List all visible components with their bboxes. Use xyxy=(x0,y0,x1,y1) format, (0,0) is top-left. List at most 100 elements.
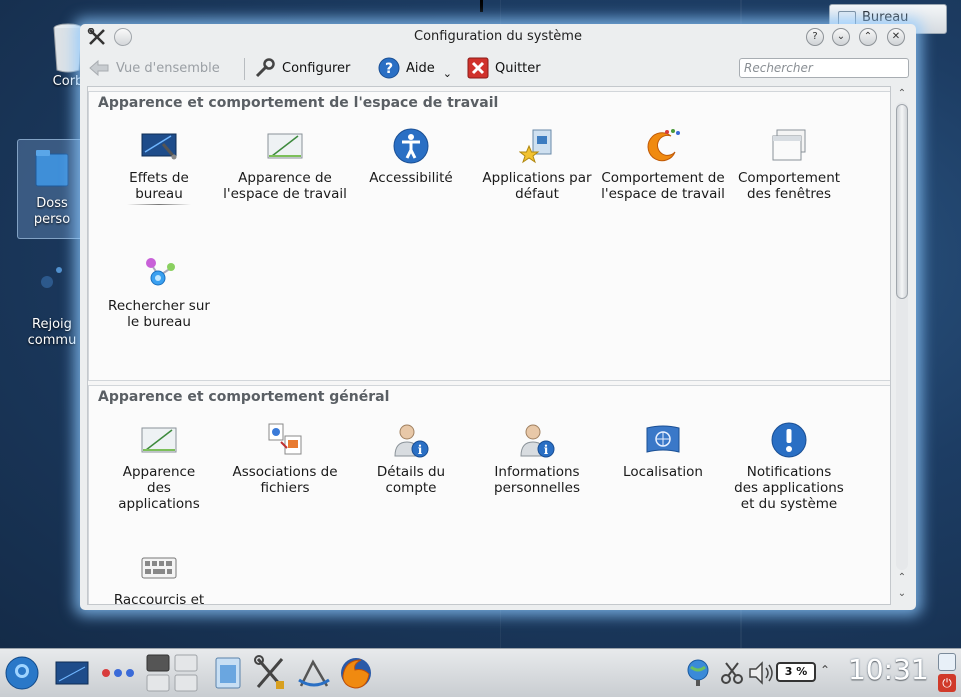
item-notifications[interactable]: Notifications des applications et du sys… xyxy=(726,422,852,512)
item-label: Effets de bureau xyxy=(129,170,189,202)
help-label: Aide xyxy=(406,60,435,76)
section-general: Apparence et comportement général Appare… xyxy=(88,385,890,604)
maximize-button[interactable]: ⌃ xyxy=(859,28,877,46)
network-tool-icon xyxy=(298,659,330,687)
item-shortcuts[interactable]: Raccourcis et xyxy=(96,550,222,604)
item-label: Notifications des applications et du sys… xyxy=(734,464,844,512)
item-label: Applications par défaut xyxy=(482,170,592,202)
account-details-icon: i xyxy=(393,422,429,458)
svg-text:?: ? xyxy=(385,61,393,77)
item-label: Localisation xyxy=(623,464,703,480)
locale-flag-icon xyxy=(645,422,681,458)
app-launcher-button[interactable] xyxy=(4,655,40,691)
lock-screen-icon[interactable] xyxy=(938,653,956,671)
pager[interactable] xyxy=(146,654,198,692)
virtual-desktops-icon xyxy=(146,654,198,692)
launcher-icon xyxy=(5,656,39,690)
shortcuts-keyboard-icon xyxy=(141,550,177,586)
desktop-search-icon xyxy=(141,256,177,292)
desktop-preview-icon xyxy=(55,661,89,685)
scissors-icon xyxy=(721,662,743,684)
battery-indicator[interactable]: 3 % xyxy=(776,662,816,682)
overview-button[interactable]: Vue d'ensemble xyxy=(88,56,220,80)
clock[interactable]: 10:31 xyxy=(848,653,929,686)
taskbar: 3 % ⌃ 10:31 ⏻ xyxy=(0,648,961,697)
item-label: Accessibilité xyxy=(369,170,453,186)
item-label: Apparence de l'espace de travail xyxy=(223,170,347,202)
quit-button[interactable]: Quitter xyxy=(467,56,541,80)
close-button[interactable]: ✕ xyxy=(887,28,905,46)
scroll-down-arrow[interactable]: ⌄ xyxy=(895,588,909,600)
item-workspace-appearance[interactable]: Apparence de l'espace de travail xyxy=(222,128,348,202)
power-icon[interactable]: ⏻ xyxy=(938,674,956,692)
toolbar-separator xyxy=(244,58,245,80)
window-behavior-icon xyxy=(771,128,807,164)
chevron-down-icon: ⌄ xyxy=(442,66,452,80)
item-personal-info[interactable]: i Informations personnelles xyxy=(474,422,600,496)
scroll-up-arrow-bottom[interactable]: ⌃ xyxy=(895,572,909,584)
scrollbar-thumb[interactable] xyxy=(896,104,908,299)
accessibility-icon xyxy=(393,128,429,164)
item-file-associations[interactable]: Associations de fichiers xyxy=(222,422,348,496)
item-label: Associations de fichiers xyxy=(232,464,338,496)
tray-expand-chevron-icon[interactable]: ⌃ xyxy=(820,663,830,677)
taskbar-dolphin[interactable] xyxy=(210,655,246,691)
file-associations-icon xyxy=(267,422,303,458)
speaker-icon xyxy=(749,661,773,685)
titlebar[interactable]: Configuration du système ? ⌄ ⌃ ✕ xyxy=(80,24,916,50)
taskbar-network-tool[interactable] xyxy=(296,655,332,691)
search-input[interactable] xyxy=(739,58,909,78)
taskbar-firefox[interactable] xyxy=(338,655,374,691)
home-folder-icon xyxy=(35,150,69,187)
tray-volume[interactable] xyxy=(744,655,780,691)
item-label: Détails du compte xyxy=(376,464,446,496)
settings-content: Apparence et comportement de l'espace de… xyxy=(87,86,891,605)
back-arrow-icon xyxy=(88,57,110,79)
help-icon: ? xyxy=(378,57,400,79)
window-title: Configuration du système xyxy=(414,29,582,44)
help-window-button[interactable]: ? xyxy=(806,28,824,46)
item-desktop-search[interactable]: Rechercher sur le bureau xyxy=(96,256,222,330)
item-account-details[interactable]: i Détails du compte xyxy=(348,422,474,496)
item-window-behavior[interactable]: Comportement des fenêtres xyxy=(726,128,852,202)
item-accessibility[interactable]: Accessibilité xyxy=(348,128,474,186)
settings-tools-icon xyxy=(254,655,284,689)
vertical-scrollbar[interactable]: ⌃ ⌃ ⌄ xyxy=(892,86,912,605)
quit-icon xyxy=(467,57,489,79)
item-label: Comportement des fenêtres xyxy=(737,170,841,202)
item-label: Rechercher sur le bureau xyxy=(108,298,210,330)
item-app-appearance[interactable]: Apparence des applications xyxy=(96,422,222,512)
section-title: Apparence et comportement général xyxy=(98,389,390,405)
item-workspace-behavior[interactable]: Comportement de l'espace de travail xyxy=(600,128,726,202)
toolbar: Vue d'ensemble Configurer ? Aide ⌄ Quitt… xyxy=(80,52,916,84)
activities-dots-icon xyxy=(102,669,134,677)
minimize-button[interactable]: ⌄ xyxy=(832,28,850,46)
quit-label: Quitter xyxy=(495,60,541,76)
system-settings-window: Configuration du système ? ⌄ ⌃ ✕ Vue d'e… xyxy=(80,24,916,610)
show-desktop-button[interactable] xyxy=(54,655,90,691)
item-localisation[interactable]: Localisation xyxy=(600,422,726,480)
configure-button[interactable]: Configurer xyxy=(254,56,350,80)
svg-text:i: i xyxy=(544,443,549,457)
item-label: Comportement de l'espace de travail xyxy=(601,170,725,202)
desktop-effects-icon xyxy=(141,128,177,164)
item-default-apps[interactable]: Applications par défaut xyxy=(474,128,600,202)
item-desktop-effects[interactable]: Effets de bureau xyxy=(96,128,222,205)
wrench-icon xyxy=(254,57,276,79)
scroll-up-arrow[interactable]: ⌃ xyxy=(895,88,909,100)
selection-underline xyxy=(127,204,191,205)
item-label: Informations personnelles xyxy=(494,464,580,496)
help-menu-button[interactable]: ? Aide ⌄ xyxy=(378,56,452,80)
section-title: Apparence et comportement de l'espace de… xyxy=(98,95,499,111)
svg-text:i: i xyxy=(418,443,423,457)
personal-info-icon: i xyxy=(519,422,555,458)
activities-button[interactable] xyxy=(100,655,136,691)
workspace-behavior-icon xyxy=(645,128,681,164)
desktop-glitch xyxy=(480,0,483,12)
overview-label: Vue d'ensemble xyxy=(116,60,220,76)
default-apps-icon xyxy=(518,128,555,164)
taskbar-system-settings[interactable] xyxy=(252,655,288,691)
file-manager-icon xyxy=(215,657,241,689)
workspace-appearance-icon xyxy=(267,128,303,164)
tray-network[interactable] xyxy=(680,655,716,691)
